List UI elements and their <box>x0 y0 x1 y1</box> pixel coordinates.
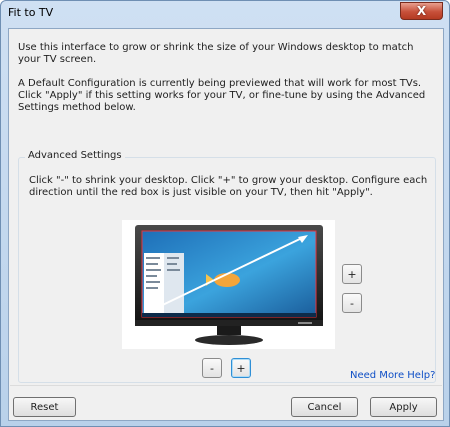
horizontal-shrink-label: - <box>210 361 214 375</box>
reset-button-label: Reset <box>30 401 59 413</box>
close-icon: X <box>416 4 427 18</box>
need-more-help-link[interactable]: Need More Help? <box>350 370 435 381</box>
dialog-body: Use this interface to grow or shrink the… <box>8 28 444 421</box>
vertical-grow-button[interactable]: + <box>342 264 362 284</box>
cancel-button[interactable]: Cancel <box>291 397 358 417</box>
horizontal-grow-button[interactable]: + <box>231 358 251 378</box>
horizontal-grow-label: + <box>236 361 246 375</box>
divider <box>10 385 442 386</box>
vertical-shrink-label: - <box>350 296 354 310</box>
horizontal-shrink-button[interactable]: - <box>202 358 222 378</box>
cancel-button-label: Cancel <box>307 401 342 413</box>
window-title: Fit to TV <box>8 6 54 19</box>
title-bar[interactable]: Fit to TV X <box>1 1 449 27</box>
window-frame: Fit to TV X Use this interface to grow o… <box>0 0 450 427</box>
advanced-settings-label: Advanced Settings <box>25 150 125 161</box>
close-button[interactable]: X <box>400 2 443 20</box>
apply-button[interactable]: Apply <box>370 397 437 417</box>
vertical-shrink-button[interactable]: - <box>342 293 362 313</box>
apply-button-label: Apply <box>389 401 418 413</box>
intro-paragraph-1: Use this interface to grow or shrink the… <box>18 42 414 65</box>
vertical-grow-label: + <box>347 267 357 281</box>
advanced-settings-description: Click "-" to shrink your desktop. Click … <box>29 175 428 198</box>
reset-button[interactable]: Reset <box>13 397 76 417</box>
tv-monitor-preview-icon <box>122 220 335 349</box>
intro-paragraph-2: A Default Configuration is currently bei… <box>18 78 426 113</box>
